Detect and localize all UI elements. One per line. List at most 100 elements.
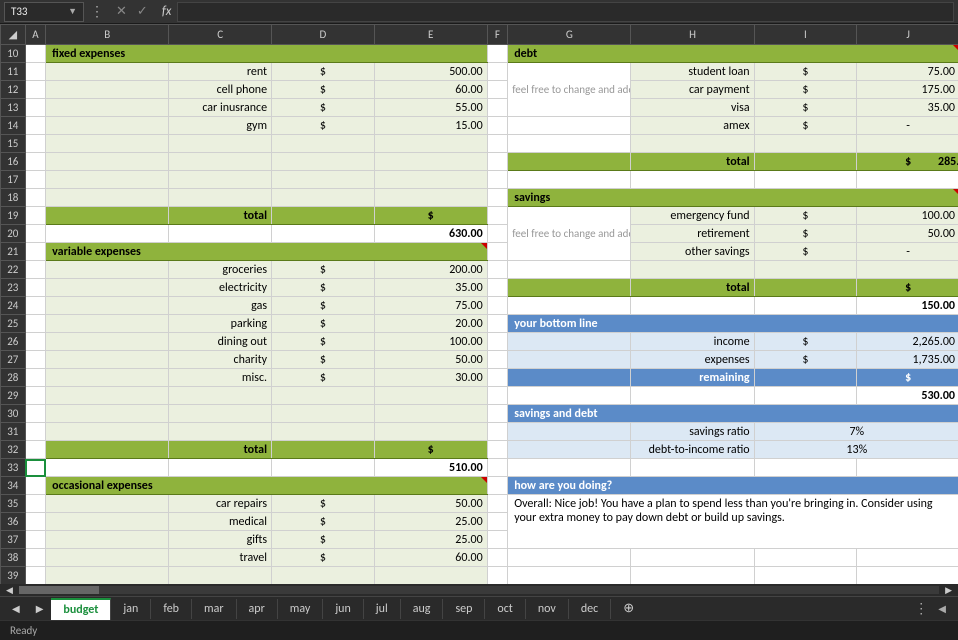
row-header[interactable]: 16	[1, 153, 26, 171]
row-header[interactable]: 18	[1, 189, 26, 207]
cell[interactable]: electricity	[169, 279, 272, 297]
row-header[interactable]: 20	[1, 225, 26, 243]
row-header[interactable]: 32	[1, 441, 26, 459]
col-header[interactable]: F	[487, 25, 508, 45]
sheet-tab[interactable]: budget	[51, 598, 111, 620]
row-header[interactable]: 13	[1, 99, 26, 117]
cell[interactable]: total	[631, 153, 754, 171]
cell[interactable]: retirement	[631, 225, 754, 243]
more-icon[interactable]: ⋮	[914, 600, 928, 617]
name-box[interactable]: T33 ▼	[4, 2, 84, 22]
cell[interactable]: 25.00	[374, 513, 487, 531]
cell[interactable]: $	[272, 279, 375, 297]
cell[interactable]: 20.00	[374, 315, 487, 333]
cell[interactable]: charity	[169, 351, 272, 369]
sheet-tab[interactable]: jun	[323, 599, 363, 619]
cell[interactable]: $	[272, 315, 375, 333]
cell[interactable]: expenses	[631, 351, 754, 369]
fx-icon[interactable]: fx	[162, 4, 172, 19]
cell[interactable]: Overall: Nice job! You have a plan to sp…	[508, 495, 958, 549]
cell[interactable]: total	[631, 279, 754, 297]
col-header[interactable]: H	[631, 25, 754, 45]
row-header[interactable]: 30	[1, 405, 26, 423]
cell[interactable]: travel	[169, 549, 272, 567]
cell[interactable]: $	[272, 99, 375, 117]
cell[interactable]: $	[857, 369, 958, 387]
row-header[interactable]: 11	[1, 63, 26, 81]
cell[interactable]: $	[272, 63, 375, 81]
sheet-tab[interactable]: jan	[111, 599, 151, 619]
row-header[interactable]: 17	[1, 171, 26, 189]
row-header[interactable]: 36	[1, 513, 26, 531]
row-header[interactable]: 14	[1, 117, 26, 135]
cell[interactable]: 1,735.00	[857, 351, 958, 369]
cell[interactable]: $	[754, 351, 857, 369]
cell[interactable]: gas	[169, 297, 272, 315]
sheet-tab[interactable]: apr	[237, 599, 278, 619]
cell[interactable]: $	[754, 81, 857, 99]
row-header[interactable]: 12	[1, 81, 26, 99]
section-header-how[interactable]: how are you doing?	[508, 477, 958, 495]
col-header[interactable]: D	[272, 25, 375, 45]
cell[interactable]: 60.00	[374, 549, 487, 567]
row-header[interactable]: 10	[1, 45, 26, 63]
row-header[interactable]: 27	[1, 351, 26, 369]
cell[interactable]: 25.00	[374, 531, 487, 549]
cell[interactable]: $	[272, 81, 375, 99]
cell[interactable]: 30.00	[374, 369, 487, 387]
col-header[interactable]: C	[169, 25, 272, 45]
cell[interactable]: 530.00	[857, 387, 958, 405]
cell[interactable]: $	[272, 513, 375, 531]
sheet-tab[interactable]: feb	[151, 599, 192, 619]
cell[interactable]: amex	[631, 117, 754, 135]
more-icon[interactable]: ⋮	[90, 3, 104, 20]
sheet-tab[interactable]: oct	[485, 599, 525, 619]
tab-prev-icon[interactable]: ◀	[4, 602, 28, 615]
cell[interactable]: student loan	[631, 63, 754, 81]
cell[interactable]: 2,265.00	[857, 333, 958, 351]
cell[interactable]: $	[272, 333, 375, 351]
section-header-debt[interactable]: debt	[508, 45, 958, 63]
cell[interactable]: 100.00	[857, 207, 958, 225]
cell[interactable]: $	[754, 99, 857, 117]
section-header-fixed[interactable]: fixed expenses	[46, 45, 487, 63]
col-header[interactable]: J	[857, 25, 958, 45]
scroll-right-icon[interactable]: ▶	[939, 585, 958, 596]
row-header[interactable]: 31	[1, 423, 26, 441]
row-header[interactable]: 22	[1, 261, 26, 279]
sheet-tab[interactable]: dec	[569, 599, 611, 619]
section-header-bottom[interactable]: your bottom line	[508, 315, 958, 333]
cell[interactable]: 13%	[754, 441, 958, 459]
spreadsheet-grid[interactable]: ◢ A B C D E F G H I J 10 fixed expenses …	[0, 24, 958, 584]
cell[interactable]: dining out	[169, 333, 272, 351]
cell[interactable]: 200.00	[374, 261, 487, 279]
cell[interactable]: 35.00	[857, 99, 958, 117]
scroll-left-icon[interactable]: ◀	[938, 602, 946, 615]
cell[interactable]: 35.00	[374, 279, 487, 297]
tab-next-icon[interactable]: ▶	[28, 602, 52, 615]
cell[interactable]: medical	[169, 513, 272, 531]
cell[interactable]: 500.00	[374, 63, 487, 81]
cell[interactable]: $	[754, 225, 857, 243]
row-header[interactable]: 34	[1, 477, 26, 495]
scroll-track[interactable]	[19, 586, 939, 594]
formula-input[interactable]	[177, 2, 954, 22]
cell[interactable]: misc.	[169, 369, 272, 387]
cell[interactable]: $	[272, 117, 375, 135]
cell[interactable]: $	[272, 369, 375, 387]
cell[interactable]: income	[631, 333, 754, 351]
cell[interactable]: debt-to-income ratio	[631, 441, 754, 459]
cell[interactable]: $	[272, 351, 375, 369]
cell[interactable]: 175.00	[857, 81, 958, 99]
cell[interactable]: $	[754, 117, 857, 135]
cell[interactable]: 100.00	[374, 333, 487, 351]
cell[interactable]: car inusrance	[169, 99, 272, 117]
col-header[interactable]: B	[46, 25, 169, 45]
cell[interactable]: 150.00	[857, 297, 958, 315]
scroll-thumb[interactable]	[19, 586, 99, 594]
cell[interactable]: 630.00	[374, 225, 487, 243]
col-header[interactable]: E	[374, 25, 487, 45]
cell[interactable]	[857, 171, 958, 189]
horizontal-scrollbar[interactable]: ◀ ▶	[0, 584, 958, 596]
col-header[interactable]: I	[754, 25, 857, 45]
